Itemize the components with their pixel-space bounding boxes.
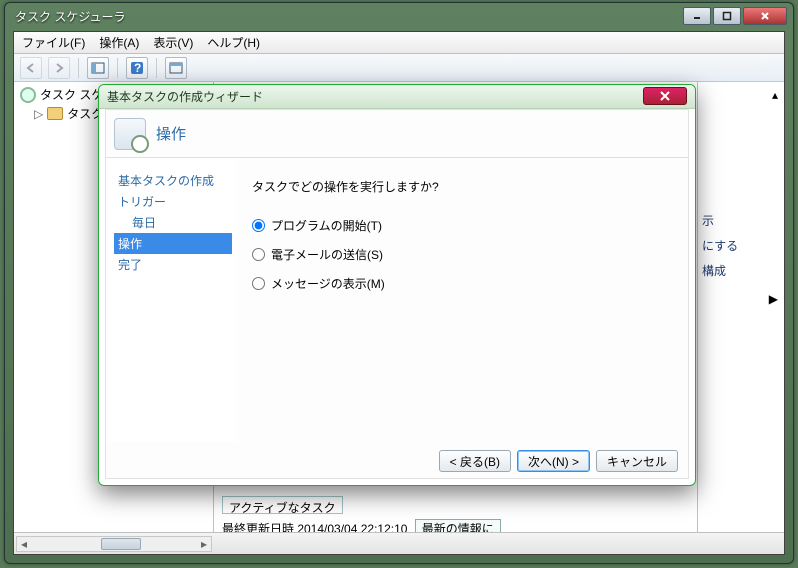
action-link-show[interactable]: 示 bbox=[700, 208, 782, 233]
titlebar[interactable]: タスク スケジューラ bbox=[5, 3, 793, 29]
dialog-title: 基本タスクの作成ウィザード bbox=[107, 88, 263, 105]
maximize-button[interactable] bbox=[713, 7, 741, 25]
wizard-icon bbox=[114, 118, 146, 150]
tree-root-label: タスク スケ bbox=[40, 86, 103, 103]
dialog-client: 操作 基本タスクの作成 トリガー 毎日 操作 完了 タスクでどの操作を実行します… bbox=[105, 109, 689, 479]
step-trigger-daily[interactable]: 毎日 bbox=[114, 212, 232, 233]
toolbar-pane2-button[interactable] bbox=[165, 57, 187, 79]
window-buttons bbox=[683, 7, 793, 25]
radio-show-message-input[interactable] bbox=[252, 277, 265, 290]
wizard-main: タスクでどの操作を実行しますか? プログラムの開始(T) 電子メールの送信(S)… bbox=[236, 158, 688, 442]
toolbar-pane1-button[interactable] bbox=[87, 57, 109, 79]
toolbar: ? bbox=[14, 54, 784, 82]
radio-start-program-input[interactable] bbox=[252, 219, 265, 232]
next-button[interactable]: 次へ(N) > bbox=[517, 450, 590, 472]
dialog-buttons: < 戻る(B) 次へ(N) > キャンセル bbox=[439, 450, 678, 472]
dialog-heading: 操作 bbox=[156, 123, 186, 144]
menu-help[interactable]: ヘルプ(H) bbox=[207, 34, 260, 51]
radio-show-message[interactable]: メッセージの表示(M) bbox=[252, 275, 672, 292]
horizontal-scrollbar[interactable]: ◂ ▸ bbox=[16, 536, 212, 552]
dialog-close-button[interactable] bbox=[643, 87, 687, 105]
menu-action[interactable]: 操作(A) bbox=[99, 34, 139, 51]
cancel-button[interactable]: キャンセル bbox=[596, 450, 678, 472]
active-tasks-box: アクティブなタスク bbox=[222, 496, 343, 514]
menubar: ファイル(F) 操作(A) 表示(V) ヘルプ(H) bbox=[14, 32, 784, 54]
step-action[interactable]: 操作 bbox=[114, 233, 232, 254]
scroll-thumb[interactable] bbox=[101, 538, 141, 550]
close-button[interactable] bbox=[743, 7, 787, 25]
step-finish[interactable]: 完了 bbox=[114, 254, 232, 275]
radio-send-email[interactable]: 電子メールの送信(S) bbox=[252, 246, 672, 263]
titlebar-text: タスク スケジューラ bbox=[15, 8, 126, 25]
radio-send-email-input[interactable] bbox=[252, 248, 265, 261]
chevron-right-icon[interactable]: ▶ bbox=[769, 292, 778, 306]
clock-icon bbox=[20, 87, 36, 103]
minimize-button[interactable] bbox=[683, 7, 711, 25]
dialog-header: 操作 bbox=[106, 110, 688, 158]
actions-pane: ▴ 示 にする 構成 ▶ bbox=[698, 82, 784, 532]
back-button[interactable]: < 戻る(B) bbox=[439, 450, 511, 472]
wizard-steps: 基本タスクの作成 トリガー 毎日 操作 完了 bbox=[106, 158, 236, 442]
radio-start-program[interactable]: プログラムの開始(T) bbox=[252, 217, 672, 234]
scroll-right-icon[interactable]: ▸ bbox=[197, 537, 211, 551]
svg-text:?: ? bbox=[134, 61, 141, 75]
menu-file[interactable]: ファイル(F) bbox=[22, 34, 85, 51]
back-button[interactable] bbox=[20, 57, 42, 79]
forward-button[interactable] bbox=[48, 57, 70, 79]
help-button[interactable]: ? bbox=[126, 57, 148, 79]
menu-view[interactable]: 表示(V) bbox=[153, 34, 193, 51]
collapse-icon[interactable]: ▴ bbox=[772, 88, 778, 102]
action-link-config[interactable]: 構成 bbox=[700, 258, 782, 283]
wizard-dialog: 基本タスクの作成ウィザード 操作 基本タスクの作成 トリガー 毎日 操作 完了 … bbox=[98, 84, 696, 486]
dialog-titlebar[interactable]: 基本タスクの作成ウィザード bbox=[99, 85, 695, 109]
wizard-question: タスクでどの操作を実行しますか? bbox=[252, 178, 672, 195]
statusbar: ◂ ▸ bbox=[14, 532, 784, 554]
step-trigger[interactable]: トリガー bbox=[114, 191, 232, 212]
center-footer: アクティブなタスク 最終更新日時 2014/03/04 22:12:10 最新の… bbox=[222, 496, 689, 526]
dialog-body: 基本タスクの作成 トリガー 毎日 操作 完了 タスクでどの操作を実行しますか? … bbox=[106, 158, 688, 442]
action-link-enable[interactable]: にする bbox=[700, 233, 782, 258]
scroll-left-icon[interactable]: ◂ bbox=[17, 537, 31, 551]
folder-icon bbox=[47, 107, 63, 120]
step-basic[interactable]: 基本タスクの作成 bbox=[114, 170, 232, 191]
